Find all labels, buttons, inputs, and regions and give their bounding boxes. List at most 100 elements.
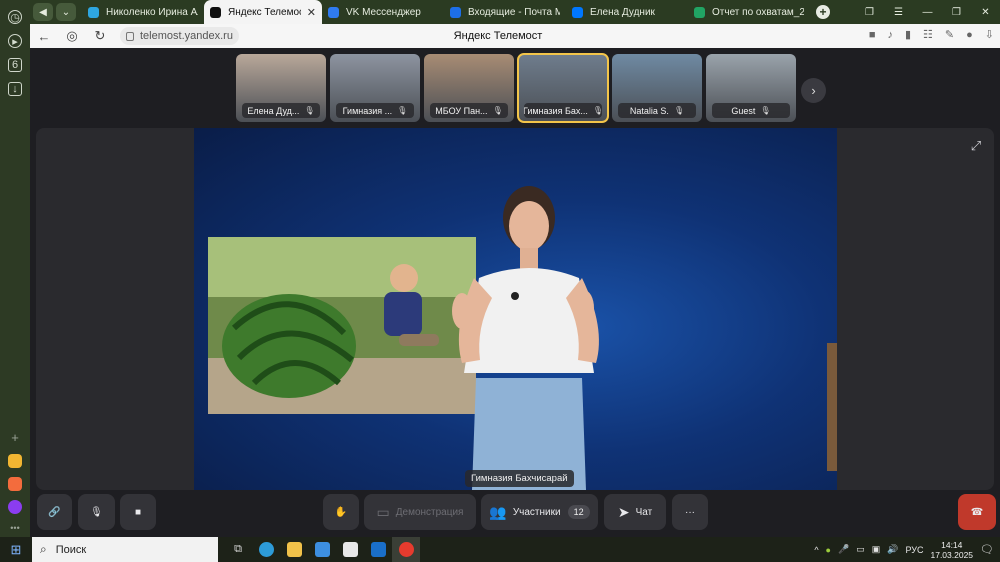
bookmark-icon[interactable]: ▮ — [905, 28, 911, 41]
tab-1[interactable]: Яндекс Телемост ✕ — [204, 0, 322, 24]
participant-thumbnail[interactable]: МБОУ Пан... 🎙 — [424, 54, 514, 122]
vk-icon — [572, 6, 583, 18]
add-icon[interactable]: + — [11, 430, 19, 445]
speaker-icon[interactable]: ◀ — [33, 3, 53, 21]
camera-button[interactable]: ■ — [120, 494, 156, 530]
sheets-icon — [694, 6, 705, 18]
close-tab-icon[interactable]: ✕ — [307, 6, 316, 19]
mic-off-icon: 🎙 — [90, 506, 103, 518]
camera-icon: ■ — [134, 506, 142, 518]
tab-5[interactable]: Отчет по охватам_2024 — [688, 0, 810, 24]
alice-icon[interactable] — [8, 500, 22, 514]
tab-4[interactable]: Елена Дудник — [566, 0, 688, 24]
chat-button[interactable]: ➤ Чат — [604, 494, 666, 530]
expand-icon[interactable]: ⤢ — [966, 136, 986, 156]
outlook-icon[interactable] — [364, 537, 392, 562]
address-bar: Яндекс Телемост ← ◎ ↻ telemost.yandex.ru… — [30, 24, 1000, 48]
collections-icon[interactable]: 6 — [8, 58, 22, 72]
hang-up-icon: ☎ — [970, 506, 984, 518]
tab-manager-icon[interactable]: ❐ — [855, 7, 884, 18]
taskbar-search[interactable]: ⌕ Поиск — [32, 537, 218, 562]
store-icon[interactable] — [308, 537, 336, 562]
mail-icon — [450, 6, 461, 18]
start-button[interactable]: ⊞ — [0, 542, 32, 558]
app-icon[interactable] — [8, 454, 22, 468]
telegram-icon — [88, 6, 99, 18]
music-icon[interactable] — [8, 477, 22, 491]
tray-app-icon[interactable]: ● — [826, 545, 831, 555]
minimize-button[interactable]: — — [913, 7, 942, 18]
new-tab-button[interactable]: + — [816, 5, 830, 19]
participant-name-label: Guest 🎙 — [712, 103, 790, 118]
edge-icon[interactable] — [252, 537, 280, 562]
boy-head — [390, 264, 418, 292]
mic-off-icon: 🎙 — [397, 106, 408, 115]
history-icon[interactable]: ◷ — [8, 10, 22, 24]
right-hand — [574, 290, 594, 326]
close-button[interactable]: ✕ — [971, 7, 1000, 18]
participant-thumbnail[interactable]: Гимназия ... 🎙 — [330, 54, 420, 122]
screen-share-button[interactable]: ▭ Демонстрация — [364, 494, 476, 530]
participant-thumbnail[interactable]: Гимназия Бах... 🎙 — [517, 53, 609, 123]
clock[interactable]: 14:14 17.03.2025 — [930, 540, 973, 560]
window-controls: ❐ ☰ — ❐ ✕ — [855, 0, 1000, 24]
notifications-icon[interactable]: 🗨 — [980, 543, 994, 556]
downloads-icon[interactable]: ↓ — [8, 82, 22, 96]
maximize-button[interactable]: ❐ — [942, 7, 971, 18]
mic-off-icon: 🎙 — [760, 106, 771, 115]
copy-link-button[interactable]: 🔗 — [37, 494, 72, 530]
vk-messenger-icon — [328, 6, 339, 18]
yandex-browser-icon[interactable] — [392, 537, 420, 562]
participant-thumbnail[interactable]: Guest 🎙 — [706, 54, 796, 122]
language-indicator[interactable]: РУС — [905, 545, 923, 555]
main-stage: ⤢ Гимназия Бахчисарай — [36, 128, 994, 490]
screen-share-icon: ▭ — [376, 503, 390, 520]
tab-label: Входящие - Почта Mail — [468, 6, 560, 18]
t-shirt — [464, 268, 594, 373]
profile-icon[interactable]: ● — [966, 29, 973, 41]
participant-thumbnail[interactable]: Елена Дуд... 🎙 — [236, 54, 326, 122]
tab-2[interactable]: VK Мессенджер — [322, 0, 444, 24]
more-icon[interactable]: ••• — [10, 523, 19, 533]
task-view-icon[interactable]: ⧉ — [224, 537, 252, 562]
tab-0[interactable]: Николенко Ирина Алт — [82, 0, 204, 24]
play-icon[interactable]: ▸ — [8, 34, 22, 48]
speaker-video — [194, 128, 837, 490]
tab-3[interactable]: Входящие - Почта Mail — [444, 0, 566, 24]
explorer-icon[interactable] — [280, 537, 308, 562]
browser-sidebar: ◷ ▸ 6 ↓ + ••• — [0, 0, 30, 537]
tab-label: Елена Дудник — [590, 6, 655, 18]
download-icon[interactable]: ⇩ — [985, 28, 994, 41]
participant-thumbnail[interactable]: Natalia S. 🎙 — [612, 54, 702, 122]
extension-icon[interactable]: ✎ — [945, 28, 954, 41]
camera-indicator-icon[interactable]: ■ — [869, 29, 876, 41]
mic-off-icon: 🎙 — [592, 106, 602, 115]
raise-hand-button[interactable]: ✋ — [323, 494, 359, 530]
mute-mic-button[interactable]: 🎙 — [78, 494, 115, 530]
tray-battery-icon[interactable]: ▭ — [856, 544, 865, 555]
speaker-name-label: Гимназия Бахчисарай — [465, 470, 574, 487]
tab-list-chevron-icon[interactable]: ⌄ — [56, 3, 76, 21]
tab-label: Яндекс Телемост — [228, 6, 301, 18]
tab-label: Николенко Ирина Алт — [106, 6, 198, 18]
system-tray: ^ ● 🎤 ▭ ▣ 🔊 РУС 14:14 17.03.2025 🗨 — [814, 537, 994, 562]
calculator-icon[interactable] — [336, 537, 364, 562]
video-frame — [208, 186, 599, 490]
mic-indicator-icon[interactable]: ♪ — [887, 29, 893, 41]
boy-shirt — [384, 292, 422, 336]
bookmarks-icon[interactable]: ☰ — [884, 7, 913, 18]
link-icon: 🔗 — [48, 506, 61, 518]
page-title: Яндекс Телемост — [453, 30, 543, 42]
tray-mic-icon[interactable]: 🎤 — [838, 544, 849, 555]
reader-icon[interactable]: ☷ — [923, 28, 933, 41]
tray-volume-icon[interactable]: 🔊 — [887, 544, 898, 555]
address-actions: ■ ♪ ▮ ☷ ✎ ● ⇩ — [869, 28, 994, 42]
end-call-button[interactable]: ☎ — [958, 494, 996, 530]
tray-chevron-icon[interactable]: ^ — [814, 545, 818, 555]
participants-button[interactable]: 👥 Участники 12 — [481, 494, 598, 530]
next-participants-button[interactable]: › — [801, 78, 826, 103]
more-options-button[interactable]: ··· — [672, 494, 708, 530]
tray-network-icon[interactable]: ▣ — [872, 544, 881, 555]
participants-icon: 👥 — [489, 503, 507, 520]
participant-name-label: Гимназия Бах... 🎙 — [524, 103, 602, 118]
